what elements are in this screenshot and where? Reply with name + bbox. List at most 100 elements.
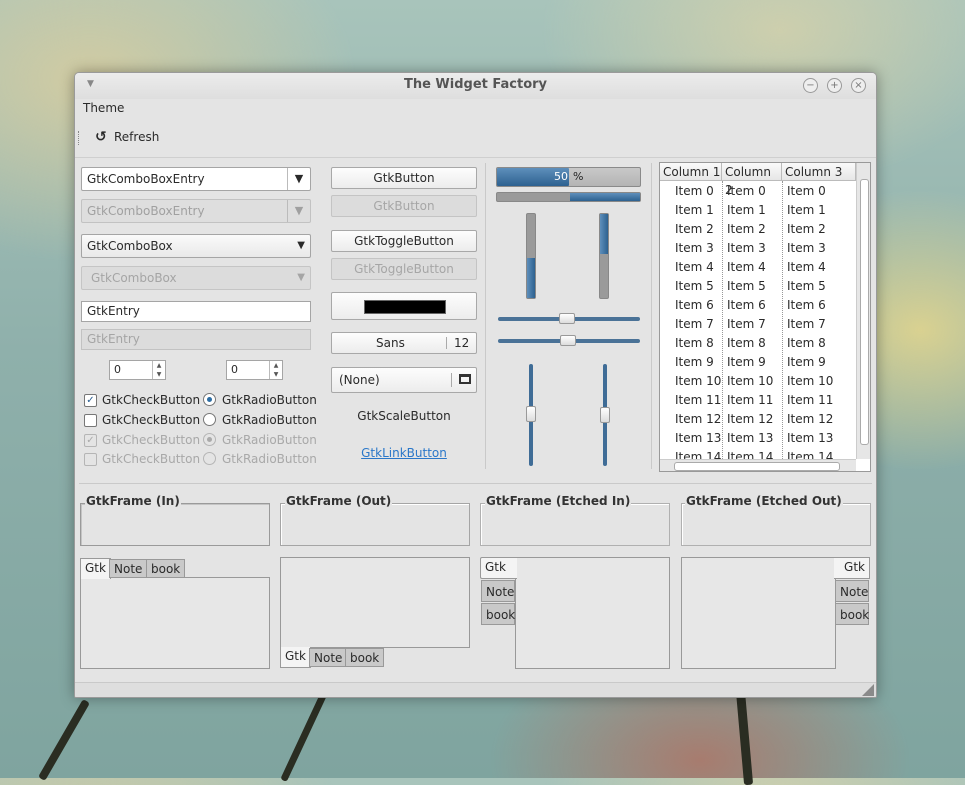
- combo-box[interactable]: GtkComboBox ▼: [81, 234, 311, 258]
- tree-cell[interactable]: Item 4: [675, 258, 714, 277]
- tree-cell[interactable]: Item 0: [727, 182, 766, 201]
- tree-cell[interactable]: Item 7: [675, 315, 714, 334]
- tree-cell[interactable]: Item 2: [727, 220, 766, 239]
- file-chooser-button[interactable]: (None): [331, 367, 477, 393]
- toolbar-grip[interactable]: [78, 131, 81, 145]
- tree-cell[interactable]: Item 8: [787, 334, 826, 353]
- tree-cell[interactable]: Item 7: [727, 315, 766, 334]
- tree-cell[interactable]: Item 1: [787, 201, 826, 220]
- column-header-1[interactable]: Column 1: [660, 163, 722, 181]
- tree-cell[interactable]: Item 7: [787, 315, 826, 334]
- radio-button-selected[interactable]: GtkRadioButton: [202, 392, 317, 408]
- scrollbar-thumb[interactable]: [674, 462, 840, 471]
- horizontal-scrollbar[interactable]: [660, 459, 856, 471]
- tree-cell[interactable]: Item 9: [787, 353, 826, 372]
- tab-gtk[interactable]: Gtk: [280, 647, 311, 668]
- tree-cell[interactable]: Item 0: [787, 182, 826, 201]
- tree-cell[interactable]: Item 10: [787, 372, 833, 391]
- tree-cell[interactable]: Item 4: [787, 258, 826, 277]
- check-button-checked-disabled: ✓ GtkCheckButton: [82, 432, 200, 448]
- window-title: The Widget Factory: [403, 77, 548, 92]
- tab-gtk[interactable]: Gtk: [80, 558, 111, 579]
- tab-note[interactable]: Note: [835, 580, 869, 602]
- checkbox-unchecked-icon[interactable]: [84, 414, 97, 427]
- check-button-unchecked[interactable]: GtkCheckButton: [82, 412, 200, 428]
- maximize-icon[interactable]: +: [827, 78, 842, 93]
- tree-cell[interactable]: Item 11: [787, 391, 833, 410]
- tab-note[interactable]: Note: [309, 648, 348, 667]
- tree-cell[interactable]: Item 5: [727, 277, 766, 296]
- tree-cell[interactable]: Item 6: [787, 296, 826, 315]
- tab-book[interactable]: book: [481, 603, 515, 625]
- font-button[interactable]: Sans 12: [331, 332, 477, 354]
- tree-cell[interactable]: Item 2: [675, 220, 714, 239]
- tree-cell[interactable]: Item 3: [675, 239, 714, 258]
- combo-box-entry[interactable]: GtkComboBoxEntry ▼: [81, 167, 311, 191]
- tree-cell[interactable]: Item 11: [675, 391, 721, 410]
- tree-cell[interactable]: Item 10: [675, 372, 721, 391]
- tree-cell[interactable]: Item 3: [727, 239, 766, 258]
- tree-cell[interactable]: Item 8: [727, 334, 766, 353]
- tree-cell[interactable]: Item 1: [675, 201, 714, 220]
- tree-cell[interactable]: Item 13: [787, 429, 833, 448]
- tab-book[interactable]: book: [146, 559, 186, 578]
- tree-cell[interactable]: Item 1: [727, 201, 766, 220]
- entry[interactable]: GtkEntry: [81, 301, 311, 322]
- tab-note[interactable]: Note: [109, 559, 148, 578]
- dropdown-arrow-icon[interactable]: ▼: [287, 168, 310, 190]
- column-header-2[interactable]: Column 2: [722, 163, 782, 197]
- tree-cell[interactable]: Item 6: [727, 296, 766, 315]
- tree-cell[interactable]: Item 9: [727, 353, 766, 372]
- tab-book[interactable]: book: [835, 603, 869, 625]
- spin-button-1[interactable]: 0 ▲ ▼: [109, 360, 166, 380]
- check-button-checked[interactable]: ✓ GtkCheckButton: [82, 392, 200, 408]
- combo-box-entry-text: GtkComboBoxEntry: [87, 172, 205, 186]
- link-button[interactable]: GtkLinkButton: [331, 446, 477, 460]
- scale-button[interactable]: GtkScaleButton: [331, 409, 477, 423]
- spin-arrows-icon[interactable]: ▲ ▼: [152, 361, 165, 379]
- tree-cell[interactable]: Item 3: [787, 239, 826, 258]
- resize-grip-icon[interactable]: [862, 684, 874, 696]
- tab-gtk[interactable]: Gtk: [480, 557, 517, 579]
- refresh-button[interactable]: ↺ Refresh: [95, 127, 159, 147]
- tree-cell[interactable]: Item 5: [675, 277, 714, 296]
- close-icon[interactable]: ×: [851, 78, 866, 93]
- title-bar[interactable]: ▼ The Widget Factory − + ×: [75, 73, 876, 99]
- radio-unselected-icon[interactable]: [203, 413, 216, 426]
- tree-cell[interactable]: Item 12: [727, 410, 773, 429]
- scale-slider-knob[interactable]: [600, 407, 610, 423]
- minimize-icon[interactable]: −: [803, 78, 818, 93]
- scale-slider-knob[interactable]: [526, 406, 536, 422]
- tab-gtk[interactable]: Gtk: [834, 557, 870, 579]
- tree-cell[interactable]: Item 12: [787, 410, 833, 429]
- column-header-3[interactable]: Column 3: [782, 163, 856, 181]
- tree-cell[interactable]: Item 6: [675, 296, 714, 315]
- tree-cell[interactable]: Item 12: [675, 410, 721, 429]
- tree-cell[interactable]: Item 9: [675, 353, 714, 372]
- color-button[interactable]: [331, 292, 477, 320]
- tab-note[interactable]: Note: [481, 580, 515, 602]
- radio-selected-icon[interactable]: [203, 393, 216, 406]
- checkbox-checked-icon[interactable]: ✓: [84, 394, 97, 407]
- spin-arrows-icon[interactable]: ▲ ▼: [269, 361, 282, 379]
- menu-theme[interactable]: Theme: [83, 99, 124, 117]
- scale-slider-knob[interactable]: [560, 335, 576, 346]
- tree-cell[interactable]: Item 0: [675, 182, 714, 201]
- gtk-button[interactable]: GtkButton: [331, 167, 477, 189]
- scale-slider-knob[interactable]: [559, 313, 575, 324]
- tree-cell[interactable]: Item 11: [727, 391, 773, 410]
- spin-button-2[interactable]: 0 ▲ ▼: [226, 360, 283, 380]
- scrollbar-thumb[interactable]: [860, 179, 869, 445]
- tree-cell[interactable]: Item 13: [675, 429, 721, 448]
- tree-cell[interactable]: Item 2: [787, 220, 826, 239]
- vertical-scrollbar[interactable]: [856, 163, 870, 459]
- radio-button-unselected[interactable]: GtkRadioButton: [202, 412, 317, 428]
- tree-cell[interactable]: Item 10: [727, 372, 773, 391]
- tree-cell[interactable]: Item 4: [727, 258, 766, 277]
- tree-cell[interactable]: Item 8: [675, 334, 714, 353]
- tab-book[interactable]: book: [345, 648, 385, 667]
- toggle-button[interactable]: GtkToggleButton: [331, 230, 477, 252]
- tree-view[interactable]: Column 1 Column 2 Column 3 Item 0 Item 0I…: [659, 162, 871, 472]
- tree-cell[interactable]: Item 5: [787, 277, 826, 296]
- tree-cell[interactable]: Item 13: [727, 429, 773, 448]
